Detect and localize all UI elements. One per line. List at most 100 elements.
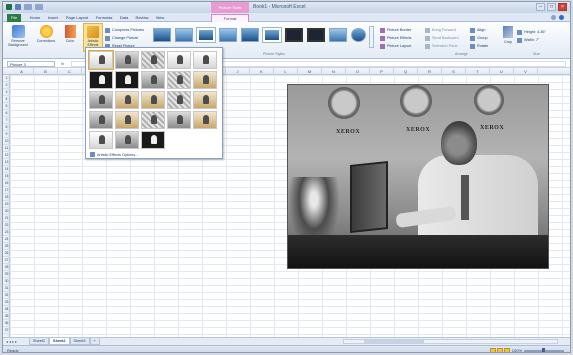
row-header[interactable]: 32 xyxy=(3,292,10,299)
artistic-effect-option[interactable] xyxy=(193,91,217,109)
color-button[interactable]: Color xyxy=(63,25,77,43)
tab-file[interactable]: File xyxy=(7,14,21,22)
tab-view[interactable]: View xyxy=(153,14,167,22)
row-header[interactable]: 33 xyxy=(3,299,10,306)
row-header[interactable]: 10 xyxy=(3,138,10,145)
tab-review[interactable]: Review xyxy=(133,14,151,22)
artistic-effect-option[interactable] xyxy=(89,131,113,149)
inserted-picture[interactable]: XEROX XEROX XEROX xyxy=(287,84,549,269)
row-header[interactable]: 26 xyxy=(3,250,10,257)
insert-sheet-icon[interactable]: + xyxy=(89,338,100,345)
row-header[interactable]: 6 xyxy=(3,110,10,117)
save-icon[interactable] xyxy=(15,4,21,10)
artistic-effect-option[interactable] xyxy=(141,91,165,109)
row-header[interactable]: 1 xyxy=(3,75,10,82)
last-sheet-icon[interactable]: ▸ xyxy=(15,339,17,344)
normal-view-icon[interactable] xyxy=(489,348,496,352)
row-header[interactable]: 4 xyxy=(3,96,10,103)
row-header[interactable]: 28 xyxy=(3,264,10,271)
row-header[interactable]: 37 xyxy=(3,327,10,334)
tab-page-layout[interactable]: Page Layout xyxy=(63,14,91,22)
name-box[interactable]: Picture 3 xyxy=(7,61,55,67)
row-header[interactable]: 13 xyxy=(3,159,10,166)
row-header[interactable]: 24 xyxy=(3,236,10,243)
artistic-effect-option[interactable] xyxy=(193,111,217,129)
row-header[interactable]: 17 xyxy=(3,187,10,194)
column-header[interactable]: B xyxy=(34,68,58,75)
column-header[interactable]: S xyxy=(442,68,466,75)
maximize-button[interactable]: □ xyxy=(547,3,556,11)
column-header[interactable]: C xyxy=(58,68,82,75)
picture-layout-button[interactable]: Picture Layout xyxy=(380,42,411,50)
tab-insert[interactable]: Insert xyxy=(45,14,61,22)
group-button[interactable]: Group xyxy=(470,34,488,42)
scroll-thumb[interactable] xyxy=(364,340,424,343)
sheet-tab-sheet1[interactable]: Sheet1 xyxy=(29,338,50,345)
picture-style-thumb[interactable] xyxy=(329,28,347,42)
column-header[interactable]: J xyxy=(226,68,250,75)
row-header[interactable]: 12 xyxy=(3,152,10,159)
column-header[interactable]: M xyxy=(298,68,322,75)
insert-function-icon[interactable]: fx xyxy=(61,61,64,66)
remove-background-button[interactable]: Remove Background xyxy=(7,25,29,47)
minimize-ribbon-icon[interactable] xyxy=(551,15,556,20)
zoom-level[interactable]: 100% xyxy=(512,348,522,352)
row-header[interactable]: 14 xyxy=(3,166,10,173)
row-header[interactable]: 8 xyxy=(3,124,10,131)
sheet-tab-sheet2[interactable]: Sheet2 xyxy=(49,338,70,345)
column-header[interactable]: P xyxy=(370,68,394,75)
picture-style-thumb[interactable] xyxy=(219,28,237,42)
prev-sheet-icon[interactable]: ◂ xyxy=(9,339,11,344)
column-header[interactable]: T xyxy=(466,68,490,75)
row-header[interactable]: 11 xyxy=(3,145,10,152)
column-header[interactable]: K xyxy=(250,68,274,75)
row-header[interactable]: 34 xyxy=(3,306,10,313)
column-header[interactable]: A xyxy=(10,68,34,75)
row-header[interactable]: 7 xyxy=(3,117,10,124)
zoom-slider-thumb[interactable] xyxy=(542,347,545,352)
artistic-effect-option[interactable] xyxy=(115,131,139,149)
column-header[interactable]: Q xyxy=(394,68,418,75)
page-break-view-icon[interactable] xyxy=(503,348,510,352)
row-header[interactable]: 23 xyxy=(3,229,10,236)
undo-icon[interactable] xyxy=(24,4,32,10)
artistic-effect-option[interactable] xyxy=(89,111,113,129)
horizontal-scrollbar[interactable] xyxy=(343,339,558,344)
row-header[interactable]: 20 xyxy=(3,208,10,215)
picture-border-button[interactable]: Picture Border xyxy=(380,26,411,34)
column-header[interactable]: O xyxy=(346,68,370,75)
artistic-effect-option[interactable] xyxy=(141,71,165,89)
close-button[interactable]: × xyxy=(558,3,567,11)
row-header[interactable]: 25 xyxy=(3,243,10,250)
row-header[interactable]: 29 xyxy=(3,271,10,278)
picture-style-thumb[interactable] xyxy=(307,28,325,42)
artistic-effect-option[interactable] xyxy=(115,111,139,129)
column-header[interactable]: U xyxy=(490,68,514,75)
picture-effects-button[interactable]: Picture Effects xyxy=(380,34,411,42)
artistic-effect-option[interactable] xyxy=(115,91,139,109)
artistic-effect-option[interactable] xyxy=(167,91,191,109)
picture-style-thumb[interactable] xyxy=(263,28,281,42)
first-sheet-icon[interactable]: ◂ xyxy=(6,339,8,344)
column-header[interactable]: V xyxy=(514,68,538,75)
zoom-slider[interactable] xyxy=(524,347,564,352)
artistic-effect-option[interactable] xyxy=(115,51,139,69)
row-header[interactable]: 5 xyxy=(3,103,10,110)
row-header[interactable]: 22 xyxy=(3,222,10,229)
artistic-effect-option[interactable] xyxy=(141,131,165,149)
picture-style-thumb[interactable] xyxy=(197,28,215,42)
minimize-button[interactable]: – xyxy=(536,3,545,11)
artistic-effect-option[interactable] xyxy=(89,91,113,109)
compress-pictures-button[interactable]: Compress Pictures xyxy=(105,26,144,34)
row-header[interactable]: 21 xyxy=(3,215,10,222)
column-header[interactable]: R xyxy=(418,68,442,75)
artistic-effect-option[interactable] xyxy=(167,71,191,89)
artistic-effects-options-link[interactable]: Artistic Effects Options... xyxy=(90,152,138,157)
row-header[interactable]: 35 xyxy=(3,313,10,320)
crop-icon[interactable] xyxy=(503,26,513,38)
row-header[interactable]: 16 xyxy=(3,180,10,187)
artistic-effect-option[interactable] xyxy=(88,50,114,70)
rotate-button[interactable]: Rotate xyxy=(470,42,488,50)
artistic-effect-option[interactable] xyxy=(141,51,165,69)
row-header[interactable]: 3 xyxy=(3,89,10,96)
